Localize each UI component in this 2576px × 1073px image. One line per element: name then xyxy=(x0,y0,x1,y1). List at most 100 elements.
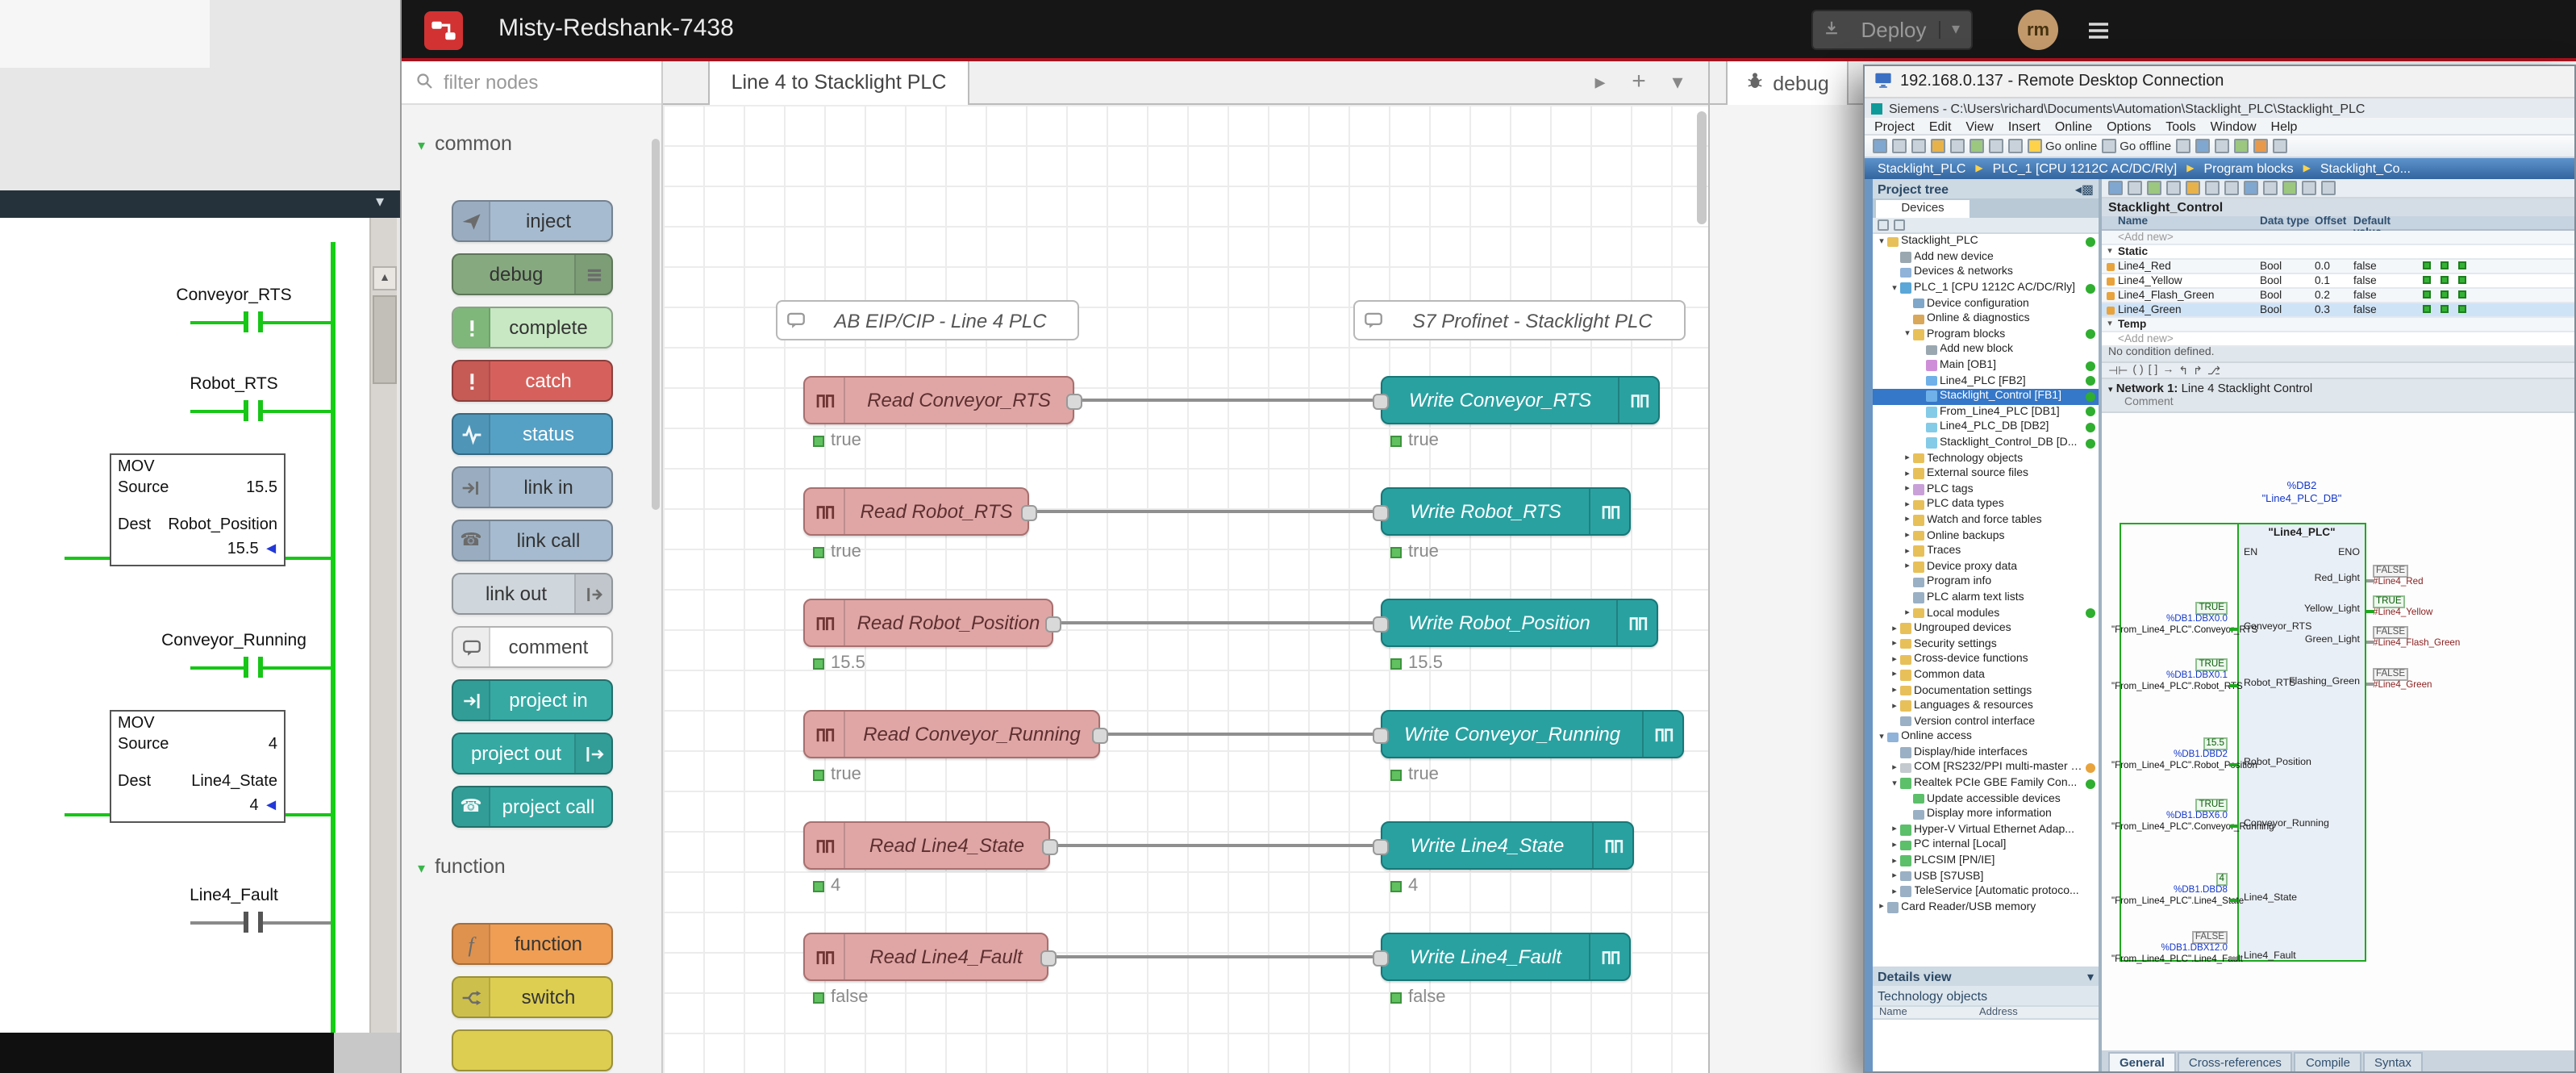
read-node[interactable]: Read Line4_Fault xyxy=(803,933,1048,981)
project-tree-header[interactable]: Project tree ◂▩ xyxy=(1873,179,2099,198)
palette-node-inject[interactable]: inject xyxy=(452,200,613,242)
checkbox-checked-icon[interactable] xyxy=(2418,275,2436,286)
interface-row[interactable]: Line4_YellowBool0.1false xyxy=(2102,274,2574,289)
tree-item[interactable]: Main [OB1] xyxy=(1873,358,2099,374)
tree-item[interactable]: ▸Local modules xyxy=(1873,606,2099,621)
deploy-options-caret-icon[interactable]: ▾ xyxy=(1939,21,1971,39)
tree-item[interactable]: ▸Languages & resources xyxy=(1873,699,2099,714)
comment-node[interactable]: AB EIP/CIP - Line 4 PLC xyxy=(776,300,1079,340)
contact-icon[interactable] xyxy=(258,657,263,678)
tree-item[interactable]: ▸Online backups xyxy=(1873,528,2099,544)
scroll-up-icon[interactable]: ▲ xyxy=(373,266,397,290)
tree-item[interactable]: Update accessible devices xyxy=(1873,791,2099,807)
toolbar-icon[interactable] xyxy=(2176,139,2190,153)
output-port[interactable] xyxy=(1042,839,1058,855)
palette-node-catch[interactable]: catch xyxy=(452,360,613,402)
bottom-tab-compile[interactable]: Compile xyxy=(2295,1052,2361,1071)
palette-node-debug[interactable]: debug xyxy=(452,253,613,295)
interface-row[interactable]: Line4_Flash_GreenBool0.2false xyxy=(2102,289,2574,303)
tree-item[interactable]: From_Line4_PLC [DB1] xyxy=(1873,404,2099,420)
read-node[interactable]: Read Conveyor_Running xyxy=(803,710,1100,758)
tree-item[interactable]: ▸Security settings xyxy=(1873,637,2099,652)
tree-expander-icon[interactable]: ▸ xyxy=(1902,516,1913,525)
interface-row[interactable]: ▾Temp xyxy=(2102,318,2574,332)
contact-icon[interactable] xyxy=(244,657,248,678)
checkbox-checked-icon[interactable] xyxy=(2453,261,2471,272)
tree-item[interactable]: ▸Hyper-V Virtual Ethernet Adap... xyxy=(1873,822,2099,837)
menu-online[interactable]: Online xyxy=(2055,119,2092,133)
palette-node-link-out[interactable]: link out xyxy=(452,573,613,615)
details-view-header[interactable]: Details view ▾ xyxy=(1873,967,2099,986)
panel-collapse-icon[interactable]: ◂▩ xyxy=(2075,182,2094,196)
tree-item[interactable]: ▸USB [S7USB] xyxy=(1873,869,2099,884)
breadcrumb[interactable]: Stacklight_PLC▶PLC_1 [CPU 1212C AC/DC/Rl… xyxy=(1865,158,2574,179)
write-node[interactable]: Write Conveyor_Running xyxy=(1381,710,1684,758)
flow-canvas[interactable]: AB EIP/CIP - Line 4 PLC S7 Profinet - Sta… xyxy=(663,105,1708,1073)
output-port[interactable] xyxy=(1092,728,1108,744)
fbd-output-operand[interactable]: TRUE#Line4_Yellow xyxy=(2373,595,2502,620)
tree-expander-icon[interactable]: ▸ xyxy=(1902,485,1913,495)
checkbox-checked-icon[interactable] xyxy=(2436,275,2453,286)
tree-item[interactable]: Online & diagnostics xyxy=(1873,311,2099,327)
tree-expander-icon[interactable]: ▸ xyxy=(1889,655,1900,665)
interface-row[interactable]: Line4_GreenBool0.3false xyxy=(2102,303,2574,318)
add-flow-button[interactable]: + xyxy=(1621,65,1657,100)
tree-item[interactable]: ▾PLC_1 [CPU 1212C AC/DC/Rly] xyxy=(1873,281,2099,296)
tree-expander-icon[interactable]: ▾ xyxy=(1876,237,1887,247)
tree-item[interactable]: ▸Documentation settings xyxy=(1873,683,2099,698)
main-menu-icon[interactable] xyxy=(2086,18,2111,52)
tree-expander-icon[interactable]: ▸ xyxy=(1889,639,1900,649)
tree-item[interactable]: Line4_PLC_DB [DB2] xyxy=(1873,420,2099,435)
mov-instruction-block[interactable]: MOVSource15.5DestRobot_Position15.5 ◄ xyxy=(110,453,286,566)
tree-expander-icon[interactable]: ▸ xyxy=(1902,469,1913,478)
tree-item[interactable]: Display/hide interfaces xyxy=(1873,745,2099,760)
flow-list-icon[interactable]: ▾ xyxy=(1660,65,1695,100)
checkbox-checked-icon[interactable] xyxy=(2418,304,2436,315)
canvas-scrollbar-thumb[interactable] xyxy=(1697,111,1707,224)
fbd-input-operand[interactable]: TRUE%DB1.DBX0.1"From_Line4_PLC".Robot_RT… xyxy=(2111,658,2228,692)
tree-expander-icon[interactable]: ▸ xyxy=(1889,763,1900,773)
tree-expander-icon[interactable]: ▸ xyxy=(1902,562,1913,572)
input-port[interactable] xyxy=(1373,505,1389,521)
fbd-input-operand[interactable]: TRUE%DB1.DBX0.0"From_Line4_PLC".Conveyor… xyxy=(2111,602,2228,636)
toolbar-icon[interactable] xyxy=(1911,139,1926,153)
tab-debug[interactable]: debug xyxy=(1726,61,1849,105)
tree-expander-icon[interactable]: ▸ xyxy=(1889,856,1900,866)
tree-expander-icon[interactable]: ▸ xyxy=(1876,903,1887,912)
tree-item[interactable]: Device configuration xyxy=(1873,296,2099,311)
tree-filter-icon[interactable] xyxy=(1878,219,1889,231)
editor-toolbar-icon[interactable] xyxy=(2302,181,2316,195)
chevron-down-icon[interactable]: ▾ xyxy=(376,194,384,211)
tree-item[interactable]: ▸PC internal [Local] xyxy=(1873,837,2099,853)
tree-item[interactable]: Version control interface xyxy=(1873,714,2099,729)
contact-icon[interactable] xyxy=(258,400,263,421)
palette-category-common[interactable]: ▾common xyxy=(402,124,661,166)
output-port[interactable] xyxy=(1045,616,1061,633)
tree-item[interactable]: Program info xyxy=(1873,574,2099,590)
tree-item[interactable]: Stacklight_Control [FB1] xyxy=(1873,389,2099,404)
toolbar-icon[interactable] xyxy=(1950,139,1965,153)
palette-category-function[interactable]: ▾function xyxy=(402,847,661,889)
output-port[interactable] xyxy=(1040,950,1057,967)
checkbox-checked-icon[interactable] xyxy=(2453,290,2471,301)
interface-row[interactable]: ▾Static xyxy=(2102,245,2574,260)
toolbar-icon[interactable] xyxy=(2234,139,2249,153)
palette-search[interactable]: filter nodes xyxy=(402,61,661,105)
fbd-toolbar-icon[interactable]: ↱ xyxy=(2193,364,2203,377)
fbd-network-canvas[interactable]: %DB2 "Line4_PLC_DB" "Line4_PLC" EN ENO C… xyxy=(2102,411,2574,1050)
read-node[interactable]: Read Robot_RTS xyxy=(803,487,1029,536)
tree-sort-icon[interactable] xyxy=(1894,219,1905,231)
tree-item[interactable]: ▸PLC data types xyxy=(1873,497,2099,512)
tab-devices[interactable]: Devices xyxy=(1876,200,1970,218)
comment-node[interactable]: S7 Profinet - Stacklight PLC xyxy=(1353,300,1686,340)
tree-expander-icon[interactable]: ▸ xyxy=(1889,871,1900,881)
tree-item[interactable]: Devices & networks xyxy=(1873,265,2099,280)
read-node[interactable]: Read Line4_State xyxy=(803,821,1050,870)
interface-row[interactable]: <Add new> xyxy=(2102,231,2574,245)
tree-item[interactable]: Add new block xyxy=(1873,342,2099,357)
fbd-output-pin[interactable]: Green_Light xyxy=(2289,636,2360,646)
fbd-toolbar-icon[interactable]: [ ] xyxy=(2149,365,2158,376)
menu-project[interactable]: Project xyxy=(1874,119,1915,133)
tree-item[interactable]: ▸Technology objects xyxy=(1873,451,2099,466)
ladder-scrollbar[interactable]: ▲ xyxy=(369,218,397,1033)
